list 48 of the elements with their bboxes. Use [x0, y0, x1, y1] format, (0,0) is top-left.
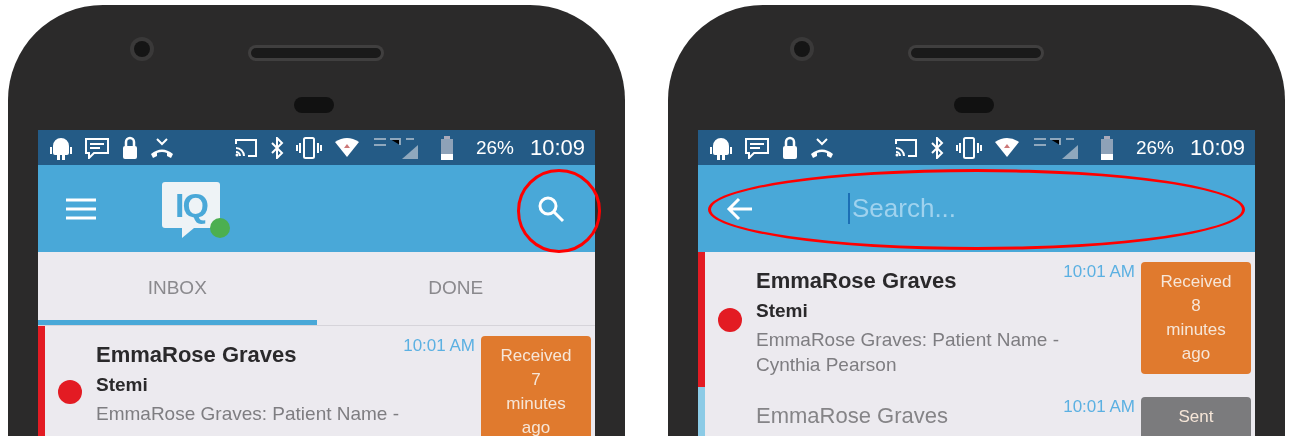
lock-icon — [122, 135, 138, 160]
message-time: 10:01 AM — [1063, 397, 1135, 418]
tab[interactable]: INBOX — [38, 252, 317, 325]
wifi-icon — [334, 137, 360, 158]
message-time: 10:01 AM — [1063, 262, 1135, 282]
sender-name: EmmaRose Graves — [756, 403, 948, 430]
battery-percentage: 26% — [475, 136, 514, 159]
message-preview: EmmaRose Graves: Patient Name - Cynthia Pearson — [756, 328, 1061, 377]
message-time: 10:01 AM — [403, 336, 475, 356]
message-subject: Stemi — [756, 300, 809, 322]
wifi-icon — [994, 137, 1020, 158]
message-preview: EmmaRose Graves: Patient Name - — [96, 402, 401, 426]
cast-icon — [894, 137, 918, 158]
search-field[interactable]: Search... — [848, 193, 1203, 224]
status-time: 10:09 — [1189, 134, 1245, 161]
chat-icon — [744, 136, 770, 159]
message-row[interactable]: EmmaRose Graves 10:01 AM Stemi EmmaRose Graves: Patient Name - Received 7 minutes ago — [38, 326, 595, 436]
missed-call-icon — [810, 136, 834, 159]
chat-icon — [84, 136, 110, 159]
battery-percentage: 26% — [1135, 136, 1174, 159]
signal-icon — [1032, 136, 1080, 159]
status-badge: Received 7 minutes ago — [481, 336, 591, 436]
battery-icon — [1100, 135, 1114, 160]
sender-name: EmmaRose Graves — [96, 342, 297, 368]
battery-icon — [440, 135, 454, 160]
status-badge: Sent — [1141, 397, 1251, 436]
message-row[interactable]: EmmaRose Graves 10:01 AM Sent — [698, 387, 1255, 436]
status-badge: Received 8 minutes ago — [1141, 262, 1251, 374]
search-icon[interactable] — [537, 194, 565, 223]
vibrate-icon — [956, 136, 982, 159]
vibrate-icon — [296, 136, 322, 159]
lock-icon — [782, 135, 798, 160]
message-row[interactable]: EmmaRose Graves 10:01 AM Stemi EmmaRose Graves: Patient Name - Cynthia Pearson Received 8 minutes ago — [698, 252, 1255, 388]
android-icon — [50, 135, 72, 160]
message-subject: Stemi — [96, 374, 149, 396]
cast-icon — [234, 137, 258, 158]
camera-dot — [134, 41, 150, 57]
camera-dot — [794, 41, 810, 57]
tab[interactable]: DONE — [316, 252, 595, 325]
bluetooth-icon — [270, 136, 284, 159]
menu-icon[interactable] — [66, 197, 96, 220]
sender-name: EmmaRose Graves — [756, 268, 957, 294]
back-arrow-icon[interactable] — [726, 196, 754, 221]
status-time: 10:09 — [529, 134, 585, 161]
missed-call-icon — [150, 136, 174, 159]
signal-icon — [372, 136, 420, 159]
android-icon — [710, 135, 732, 160]
bluetooth-icon — [930, 136, 944, 159]
